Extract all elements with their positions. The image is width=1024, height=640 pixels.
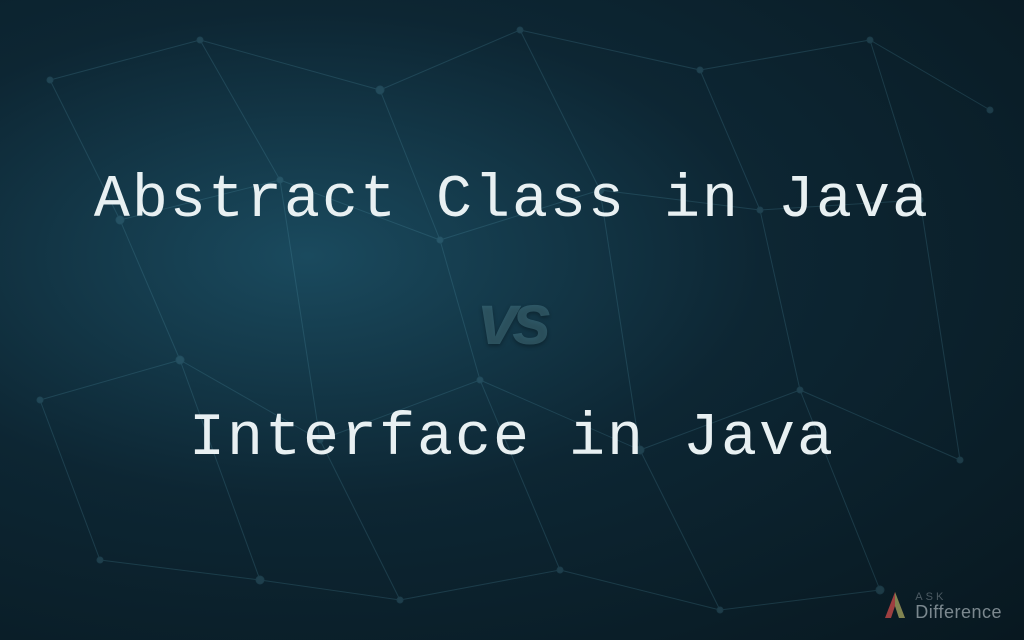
top-title: Abstract Class in Java: [94, 167, 930, 235]
bottom-title: Interface in Java: [189, 405, 835, 473]
brand-line-2: Difference: [915, 603, 1002, 621]
vs-label: vs: [478, 279, 546, 361]
brand-line-1: ASK: [915, 592, 1002, 603]
brand-logo-icon: [881, 590, 909, 622]
vs-divider: vs: [452, 275, 572, 365]
comparison-content: Abstract Class in Java vs Interface in J…: [0, 0, 1024, 640]
brand-watermark: ASK Difference: [881, 590, 1002, 622]
